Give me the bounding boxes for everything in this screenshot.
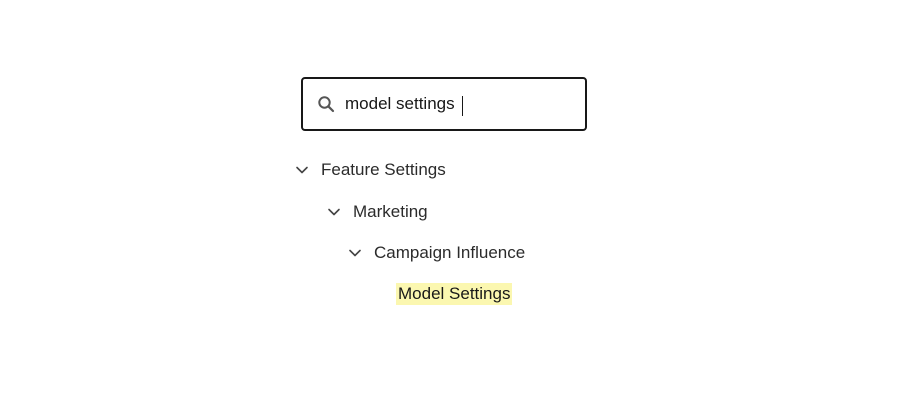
tree-item-label: Campaign Influence (374, 243, 526, 262)
tree-item-label: Feature Settings (321, 160, 446, 179)
chevron-down-icon[interactable] (348, 246, 362, 260)
tree-item-campaign-influence[interactable]: Campaign Influence (348, 241, 525, 265)
quick-find-box[interactable] (301, 77, 587, 131)
tree-item-marketing[interactable]: Marketing (327, 200, 428, 224)
tree-item-feature-settings[interactable]: Feature Settings (295, 158, 446, 182)
tree-item-label: Marketing (353, 202, 428, 221)
text-cursor (462, 96, 463, 116)
search-match-highlight[interactable]: Model Settings (396, 283, 513, 305)
search-icon (317, 95, 335, 113)
chevron-down-icon[interactable] (327, 205, 341, 219)
chevron-down-icon[interactable] (295, 163, 309, 177)
tree-item-model-settings[interactable]: Model Settings (396, 282, 513, 306)
setup-quick-find: Feature Settings Marketing Campaign Infl… (0, 0, 900, 400)
quick-find-input[interactable] (345, 91, 575, 117)
